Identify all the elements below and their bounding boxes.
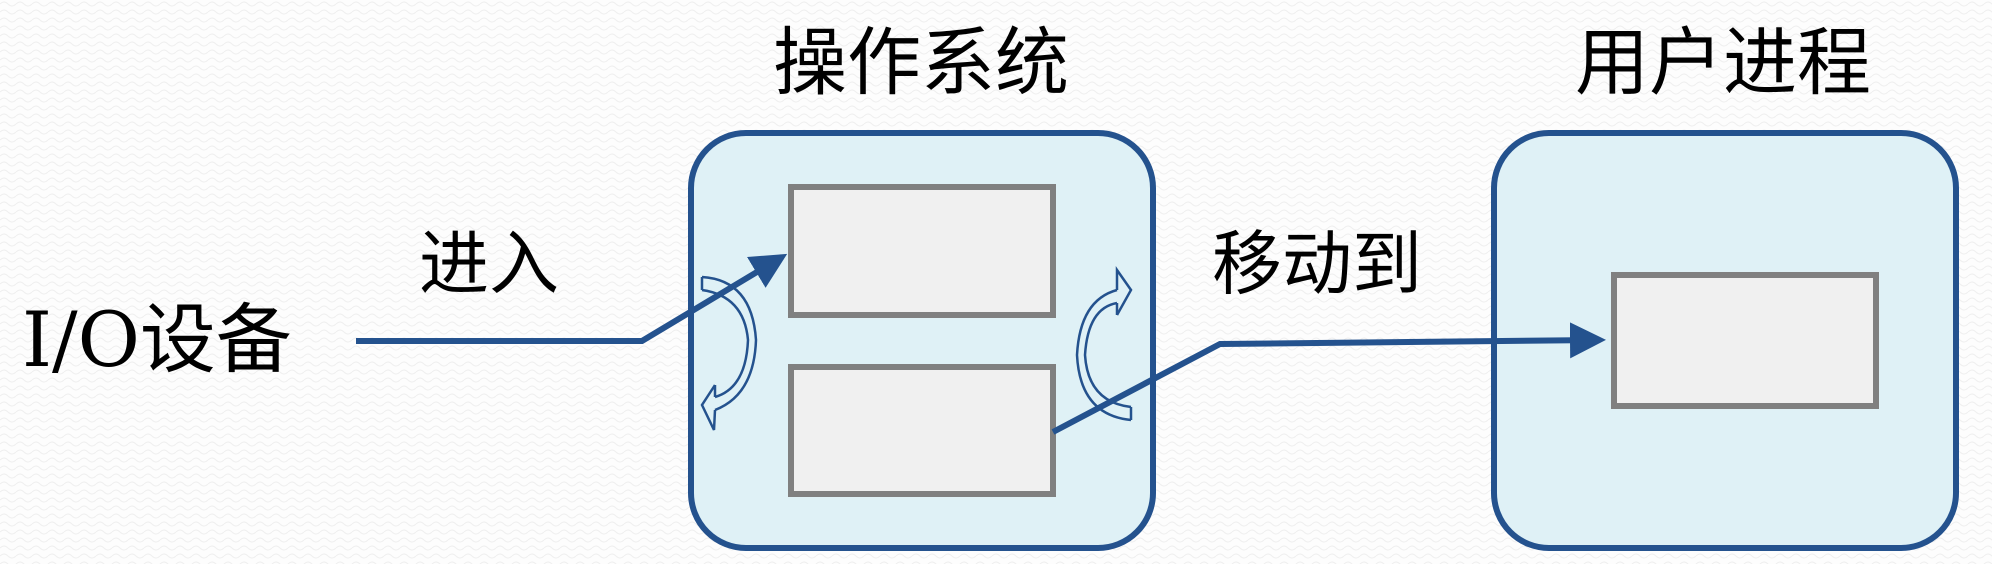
user-buffer [1611, 272, 1879, 409]
user-process-title: 用户进程 [1575, 20, 1871, 106]
diagram-canvas: 操作系统 用户进程 I/O设备 进入 移动到 [0, 0, 1992, 564]
diagram: 操作系统 用户进程 I/O设备 进入 移动到 [0, 0, 1992, 564]
os-title: 操作系统 [773, 20, 1069, 106]
enter-label: 进入 [419, 223, 559, 305]
os-buffer-top [788, 184, 1056, 318]
os-buffer-bottom [788, 364, 1056, 497]
move-to-label: 移动到 [1212, 223, 1422, 305]
io-device-label: I/O设备 [22, 295, 292, 384]
